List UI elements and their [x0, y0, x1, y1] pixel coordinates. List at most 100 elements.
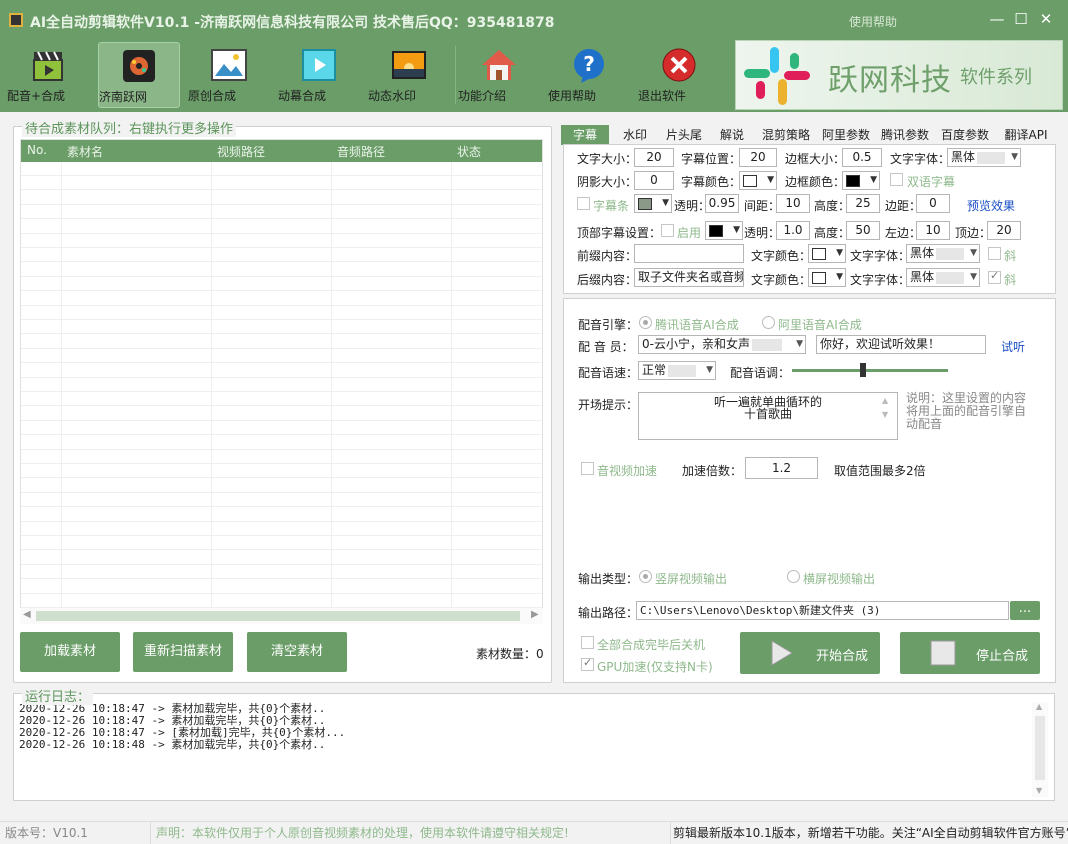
- load-material-button[interactable]: 加载素材: [20, 632, 120, 672]
- intro-prompt-textarea[interactable]: 听一遍就单曲循环的 十首歌曲: [638, 392, 898, 440]
- shadow-size-input[interactable]: 0: [634, 171, 674, 190]
- table-row[interactable]: [21, 176, 542, 191]
- prefix-font-select[interactable]: 黑体 ▼: [906, 244, 980, 263]
- top-subtitle-enable-checkbox[interactable]: [661, 224, 674, 237]
- alpha-input[interactable]: 0.95: [705, 194, 739, 213]
- table-row[interactable]: [21, 248, 542, 263]
- font-size-input[interactable]: 20: [634, 148, 674, 167]
- table-row[interactable]: [21, 220, 542, 234]
- toolbar-motion-compose-button[interactable]: 动幕合成: [278, 42, 360, 108]
- stop-compose-button[interactable]: 停止合成: [900, 632, 1040, 674]
- tab-intro-outro[interactable]: 片头尾: [659, 125, 709, 145]
- start-compose-button[interactable]: 开始合成: [740, 632, 880, 674]
- close-button[interactable]: ✕: [1037, 10, 1055, 28]
- table-row[interactable]: [21, 349, 542, 364]
- tab-ali-params[interactable]: 阿里参数: [818, 125, 874, 145]
- queue-horizontal-scrollbar[interactable]: ◀ ▶: [20, 608, 543, 624]
- slider-knob[interactable]: [860, 363, 866, 377]
- speaker-select[interactable]: 0-云小宁，亲和女声 ▼: [638, 335, 806, 354]
- tab-baidu-params[interactable]: 百度参数: [937, 125, 993, 145]
- scroll-left-icon[interactable]: ◀: [23, 609, 31, 620]
- toolbar-features-button[interactable]: 功能介绍: [458, 42, 540, 108]
- title-help-link[interactable]: 使用帮助: [849, 13, 897, 30]
- subtitle-bar-checkbox[interactable]: [577, 197, 590, 210]
- table-row[interactable]: [21, 364, 542, 378]
- log-vertical-scrollbar[interactable]: ▲ ▼: [1032, 702, 1048, 797]
- column-header-status[interactable]: 状态: [457, 143, 481, 160]
- table-row[interactable]: [21, 263, 542, 277]
- prefix-color-picker[interactable]: ▼: [808, 244, 846, 263]
- clear-material-button[interactable]: 清空素材: [247, 632, 347, 672]
- tab-watermark[interactable]: 水印: [613, 125, 657, 145]
- table-row[interactable]: [21, 436, 542, 450]
- scrollbar-thumb[interactable]: [36, 611, 520, 621]
- subtitle-bar-color-picker[interactable]: ▼: [634, 194, 672, 213]
- column-header-audio-path[interactable]: 音频路径: [337, 143, 385, 160]
- toolbar-original-compose-button[interactable]: 原创合成: [188, 42, 270, 108]
- table-row[interactable]: [21, 479, 542, 493]
- table-row[interactable]: [21, 421, 542, 436]
- browse-output-button[interactable]: ...: [1010, 601, 1040, 620]
- table-row[interactable]: [21, 508, 542, 522]
- tab-translate-api[interactable]: 翻译API: [997, 125, 1055, 145]
- toolbar-exit-button[interactable]: 退出软件: [638, 42, 720, 108]
- left-offset-input[interactable]: 10: [916, 221, 950, 240]
- run-log[interactable]: 2020-12-26 10:18:47 -> 素材加载完毕，共{0}个素材.. …: [13, 693, 1055, 801]
- table-row[interactable]: [21, 536, 542, 551]
- queue-table[interactable]: No. 素材名 视频路径 音频路径 状态: [20, 139, 543, 609]
- column-header-name[interactable]: 素材名: [67, 143, 103, 160]
- speech-tone-slider[interactable]: [792, 363, 948, 377]
- table-row[interactable]: [21, 407, 542, 421]
- table-row[interactable]: [21, 234, 542, 248]
- tab-commentary[interactable]: 解说: [711, 125, 753, 145]
- table-row[interactable]: [21, 392, 542, 407]
- subtitle-color-picker[interactable]: ▼: [739, 171, 777, 190]
- height-input[interactable]: 25: [846, 194, 880, 213]
- output-vertical-radio[interactable]: [639, 570, 652, 583]
- border-size-input[interactable]: 0.5: [842, 148, 882, 167]
- tab-tencent-params[interactable]: 腾讯参数: [877, 125, 933, 145]
- toolbar-dynamic-watermark-button[interactable]: 动态水印: [368, 42, 450, 108]
- scroll-down-icon[interactable]: ▼: [1036, 786, 1042, 795]
- table-row[interactable]: [21, 565, 542, 580]
- border-color-picker[interactable]: ▼: [842, 171, 880, 190]
- font-family-select[interactable]: 黑体 ▼: [947, 148, 1021, 167]
- table-row[interactable]: [21, 292, 542, 306]
- tab-subtitle[interactable]: 字幕: [561, 125, 609, 145]
- table-row[interactable]: [21, 522, 542, 536]
- prefix-italic-checkbox[interactable]: [988, 247, 1001, 260]
- minimize-button[interactable]: —: [988, 10, 1006, 28]
- shutdown-after-checkbox[interactable]: [581, 636, 594, 649]
- table-row[interactable]: [21, 464, 542, 479]
- top-alpha-input[interactable]: 1.0: [776, 221, 810, 240]
- table-row[interactable]: [21, 450, 542, 464]
- suffix-italic-checkbox[interactable]: [988, 269, 1001, 284]
- rescan-material-button[interactable]: 重新扫描素材: [133, 632, 233, 672]
- top-subtitle-color-picker[interactable]: ▼: [705, 221, 743, 240]
- table-row[interactable]: [21, 378, 542, 392]
- column-header-video-path[interactable]: 视频路径: [217, 143, 265, 160]
- table-row[interactable]: [21, 594, 542, 608]
- table-row[interactable]: [21, 551, 542, 565]
- table-row[interactable]: [21, 162, 542, 176]
- table-row[interactable]: [21, 493, 542, 508]
- textarea-scroll-arrows-icon[interactable]: ▲ ▼: [882, 394, 888, 422]
- subtitle-position-input[interactable]: 20: [739, 148, 777, 167]
- toolbar-jinan-yuewang-button[interactable]: 济南跃网: [98, 42, 180, 108]
- preview-effect-link[interactable]: 预览效果: [967, 197, 1015, 214]
- engine-tencent-radio[interactable]: [639, 316, 652, 329]
- output-horizontal-radio[interactable]: [787, 570, 800, 583]
- bilingual-subtitle-checkbox[interactable]: [890, 173, 903, 186]
- table-row[interactable]: [21, 277, 542, 292]
- top-edge-input[interactable]: 20: [987, 221, 1021, 240]
- toolbar-help-button[interactable]: ? 使用帮助: [548, 42, 630, 108]
- spacing-input[interactable]: 10: [776, 194, 810, 213]
- table-row[interactable]: [21, 335, 542, 349]
- engine-ali-radio[interactable]: [762, 316, 775, 329]
- scrollbar-thumb[interactable]: [1035, 716, 1045, 780]
- table-row[interactable]: [21, 205, 542, 220]
- prefix-input[interactable]: [634, 244, 744, 263]
- speech-speed-select[interactable]: 正常 ▼: [638, 361, 716, 380]
- column-header-no[interactable]: No.: [27, 143, 47, 157]
- accel-ratio-input[interactable]: 1.2: [745, 457, 818, 479]
